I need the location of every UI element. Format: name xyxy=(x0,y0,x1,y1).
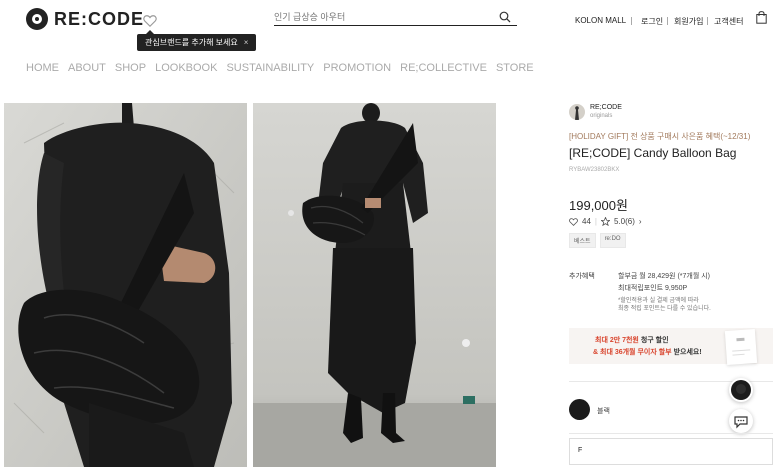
rating-arrow-icon[interactable]: › xyxy=(639,217,642,226)
nav-about[interactable]: ABOUT xyxy=(68,62,106,74)
banner-cta: 받으세요! xyxy=(673,349,702,356)
promo-text[interactable]: [HOLIDAY GIFT] 전 상품 구매시 사은품 혜택(~12/31) xyxy=(569,131,750,142)
tooltip-close-icon[interactable]: × xyxy=(244,38,249,47)
banner-discount-label: 청구 할인 xyxy=(640,337,669,344)
brand-name[interactable]: RE;CODE xyxy=(590,104,622,111)
like-count: 44 xyxy=(582,217,591,226)
banner-installment-label: 무이자 할부 xyxy=(637,349,672,356)
color-label: 블랙 xyxy=(597,408,610,415)
installment-benefit: 할부금 월 28,429원 (*7개월 시) xyxy=(618,273,710,280)
nav-sustainability[interactable]: SUSTAINABILITY xyxy=(226,62,314,74)
product-title: [RE;CODE] Candy Balloon Bag xyxy=(569,146,737,160)
banner-line-1: 최대 2만 7천원 청구 할인 xyxy=(595,335,669,345)
product-meta: 44 | 5.0(6) › xyxy=(569,217,642,226)
shopping-bag-icon[interactable] xyxy=(756,11,767,24)
product-image-2[interactable] xyxy=(253,103,496,467)
nav-store[interactable]: STORE xyxy=(496,62,534,74)
logo[interactable]: RE:CODE xyxy=(26,8,144,30)
nav-home[interactable]: HOME xyxy=(26,62,59,74)
rating-value[interactable]: 5.0(6) xyxy=(614,217,635,226)
star-icon xyxy=(600,217,610,226)
heart-icon[interactable] xyxy=(143,14,157,28)
util-divider xyxy=(707,17,708,25)
util-divider xyxy=(631,17,632,25)
benefit-note-line-2: 최종 적립 포인트는 다를 수 있습니다. xyxy=(618,306,711,312)
main-nav: HOME ABOUT SHOP LOOKBOOK SUSTAINABILITY … xyxy=(26,62,543,74)
customer-center-link[interactable]: 고객센터 xyxy=(714,16,743,27)
signup-link[interactable]: 회원가입 xyxy=(674,16,703,27)
nav-shop[interactable]: SHOP xyxy=(115,62,146,74)
wishlist-tooltip: 관심브랜드를 추가해 보세요 × xyxy=(137,30,257,51)
product-image-1[interactable] xyxy=(4,103,247,467)
tooltip-text: 관심브랜드를 추가해 보세요 xyxy=(145,38,238,47)
product-photo-closeup xyxy=(4,103,247,467)
recent-product-button[interactable] xyxy=(729,378,753,402)
kolon-mall-link[interactable]: KOLON MALL xyxy=(575,16,626,25)
tag-best: 베스트 xyxy=(569,233,596,248)
product-tags: 베스트 re:DO xyxy=(569,233,626,248)
banner-installment-months: & 최대 36개월 xyxy=(593,349,636,356)
brand-avatar[interactable] xyxy=(569,104,585,120)
point-benefit: 최대적립포인트 9,950P xyxy=(618,285,688,292)
banner-line-2: & 최대 36개월 무이자 할부 받으세요! xyxy=(593,347,702,357)
nav-promotion[interactable]: PROMOTION xyxy=(323,62,391,74)
product-code: RYBAW23802BKX xyxy=(569,167,620,173)
util-divider xyxy=(667,17,668,25)
meta-divider: | xyxy=(594,217,597,226)
login-link[interactable]: 로그인 xyxy=(641,16,663,27)
size-option[interactable]: F xyxy=(569,438,773,465)
tag-redo: re:DO xyxy=(599,233,626,248)
like-heart-icon[interactable] xyxy=(569,217,578,226)
benefit-note: *할인적용과 실 결제 금액에 따라 최종 적립 포인트는 다를 수 있습니다. xyxy=(618,297,738,313)
banner-discount-amount: 최대 2만 7천원 xyxy=(595,337,639,344)
benefit-note-line-1: *할인적용과 실 결제 금액에 따라 xyxy=(618,298,699,304)
nav-recollective[interactable]: RE;COLLECTIVE xyxy=(400,62,487,74)
product-photo-fullbody xyxy=(253,103,496,467)
logo-text: RE:CODE xyxy=(54,8,145,29)
size-label: F xyxy=(578,447,583,454)
color-swatch-black[interactable] xyxy=(569,399,590,420)
search-icon[interactable] xyxy=(499,11,511,23)
section-divider xyxy=(569,433,773,434)
nav-lookbook[interactable]: LOOKBOOK xyxy=(155,62,217,74)
credit-card-image xyxy=(724,328,758,366)
benefit-label: 추가혜택 xyxy=(569,273,595,280)
product-price: 199,000원 xyxy=(569,198,628,213)
search-input[interactable] xyxy=(274,8,517,26)
logo-mark-icon xyxy=(26,8,48,30)
brand-subtitle: originals xyxy=(590,113,613,119)
chat-button[interactable] xyxy=(729,409,753,433)
chat-icon xyxy=(734,416,748,429)
